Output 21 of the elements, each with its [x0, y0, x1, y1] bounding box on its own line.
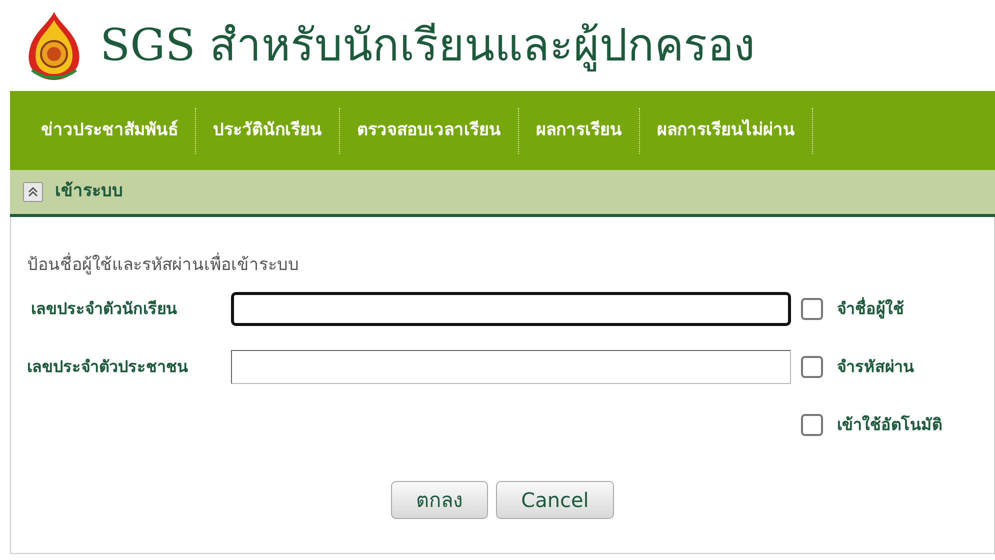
checkbox-label: จำชื่อผู้ใช้ [837, 296, 904, 320]
input-field[interactable] [231, 292, 791, 326]
field-label: เลขประจำตัวนักเรียน [30, 298, 177, 318]
ok-button[interactable]: ตกลง [391, 480, 488, 518]
panel-title: เข้าระบบ [55, 180, 123, 204]
cancel-button[interactable]: Cancel [496, 480, 614, 518]
instruction-text: ป้อนชื่อผู้ใช้และรหัสผ่านเพื่อเข้าระบบ [27, 253, 978, 278]
checkbox[interactable] [801, 414, 823, 436]
checkbox[interactable] [801, 356, 823, 378]
collapse-icon[interactable] [23, 182, 43, 202]
nav-link[interactable]: ประวัตินักเรียน [196, 118, 339, 144]
nav-link[interactable]: ข่าวประชาสัมพันธ์ [24, 118, 195, 144]
checkbox-label: จำรหัสผ่าน [837, 356, 914, 378]
nav-link[interactable]: ผลการเรียน [519, 118, 639, 144]
input-field[interactable] [231, 350, 791, 384]
field-label: เลขประจำตัวประชาชน [27, 356, 188, 376]
nav-link[interactable]: ผลการเรียนไม่ผ่าน [640, 118, 812, 144]
nav-link[interactable]: ตรวจสอบเวลาเรียน [340, 118, 518, 144]
checkbox-label: เข้าใช้อัตโนมัติ [837, 414, 942, 436]
checkbox[interactable] [801, 298, 823, 320]
site-title: SGS สำหรับนักเรียนและผู้ปกครอง [100, 18, 754, 74]
